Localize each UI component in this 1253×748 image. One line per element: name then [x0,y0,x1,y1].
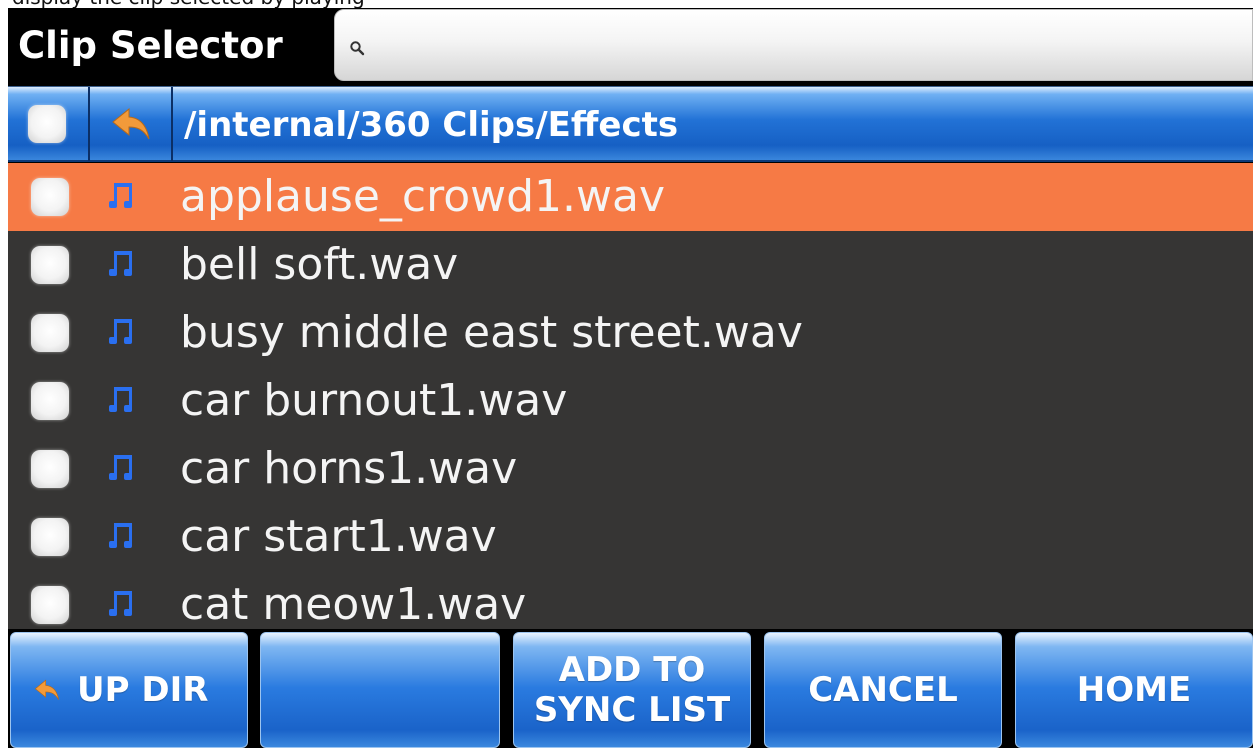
add-to-sync-line1: ADD TO [558,650,706,690]
home-button[interactable]: HOME [1015,632,1253,748]
clip-selector-screen: display the clip selected by playing Cli… [0,0,1253,748]
add-to-sync-list-label: ADD TO SYNC LIST [534,650,730,730]
music-note-icon [109,523,132,548]
row-checkbox[interactable] [31,518,69,556]
file-name: busy middle east street.wav [180,307,803,358]
cancel-button[interactable]: CANCEL [764,632,1002,748]
home-label: HOME [1076,670,1192,710]
file-name: car horns1.wav [180,443,518,494]
list-item[interactable]: busy middle east street.wav [8,299,1253,367]
search-icon [350,41,365,56]
up-dir-label: UP DIR [77,670,209,710]
add-to-sync-line2: SYNC LIST [533,690,731,730]
row-checkbox[interactable] [31,450,69,488]
row-checkbox[interactable] [31,178,69,216]
list-item[interactable]: car burnout1.wav [8,367,1253,435]
back-button[interactable] [90,87,173,161]
blank-button[interactable] [260,632,500,748]
search-box[interactable] [334,9,1253,81]
file-name: cat meow1.wav [180,579,527,629]
select-all-checkbox[interactable] [28,105,66,143]
file-name: bell soft.wav [180,239,459,290]
device-frame: Clip Selector /internal/360 Clips/Effect… [8,8,1253,748]
list-item[interactable]: car horns1.wav [8,435,1253,503]
file-name: car start1.wav [180,511,497,562]
cancel-label: CANCEL [808,670,958,710]
cropped-caption-text: display the clip selected by playing [0,0,1253,8]
select-all-cell[interactable] [8,87,90,161]
music-note-icon [109,183,132,208]
music-note-icon [109,387,132,412]
row-checkbox[interactable] [31,586,69,624]
current-path: /internal/360 Clips/Effects [184,105,679,145]
row-checkbox[interactable] [31,246,69,284]
path-bar: /internal/360 Clips/Effects [8,86,1253,162]
search-input[interactable] [375,18,1235,72]
music-note-icon [109,251,132,276]
music-note-icon [109,455,132,480]
list-item[interactable]: cat meow1.wav [8,571,1253,629]
list-item[interactable]: applause_crowd1.wav [8,163,1253,231]
back-arrow-icon [112,107,150,140]
music-note-icon [109,319,132,344]
file-name: car burnout1.wav [180,375,568,426]
row-checkbox[interactable] [31,314,69,352]
page-title: Clip Selector [18,24,283,67]
file-list[interactable]: applause_crowd1.wav bell soft.wav busy m… [8,163,1253,629]
row-checkbox[interactable] [31,382,69,420]
up-dir-button[interactable]: UP DIR [10,632,248,748]
list-item[interactable]: car start1.wav [8,503,1253,571]
music-note-icon [109,591,132,616]
list-item[interactable]: bell soft.wav [8,231,1253,299]
add-to-sync-list-button[interactable]: ADD TO SYNC LIST [513,632,751,748]
header: Clip Selector [8,8,1253,85]
bottom-toolbar: UP DIR ADD TO SYNC LIST CANCEL HOME [8,629,1253,748]
file-name: applause_crowd1.wav [180,171,666,222]
back-arrow-icon [34,679,59,700]
